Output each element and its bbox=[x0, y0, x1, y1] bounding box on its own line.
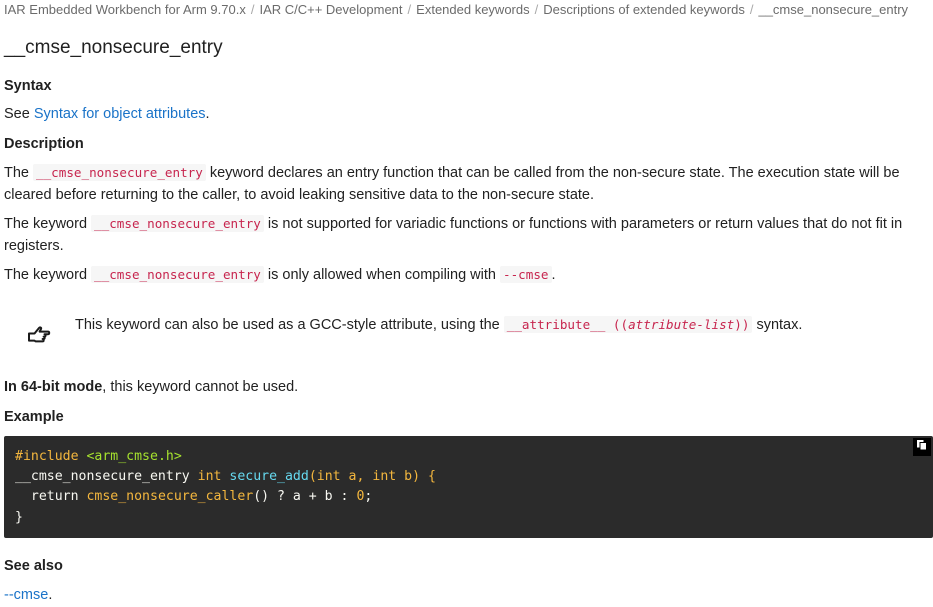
code-close-brace: } bbox=[15, 509, 23, 525]
breadcrumb-separator: / bbox=[749, 2, 754, 17]
inline-code: __cmse_nonsecure_entry bbox=[33, 164, 206, 181]
help-page: IAR Embedded Workbench for Arm 9.70.x / IA… bbox=[0, 0, 933, 603]
breadcrumb-separator: / bbox=[407, 2, 412, 17]
desc3-post: . bbox=[551, 267, 556, 283]
breadcrumb-separator: / bbox=[250, 2, 255, 17]
syntax-link[interactable]: Syntax for object attributes bbox=[34, 106, 206, 122]
code-paren: ( bbox=[308, 469, 317, 485]
note-pre: This keyword can also be used as a GCC-s… bbox=[75, 317, 504, 333]
desc3-pre: The keyword bbox=[4, 267, 92, 283]
breadcrumb-item-development[interactable]: IAR C/C++ Development bbox=[259, 2, 402, 17]
breadcrumb-item-extended-keywords[interactable]: Extended keywords bbox=[416, 2, 529, 17]
code-function-name: secure_add bbox=[229, 469, 309, 485]
copy-button[interactable] bbox=[913, 438, 931, 456]
breadcrumb-item-product[interactable]: IAR Embedded Workbench for Arm 9.70.x bbox=[4, 2, 246, 17]
description-paragraph-1: The __cmse_nonsecure_entry keyword decla… bbox=[4, 162, 919, 206]
code-include-file: <arm_cmse.h> bbox=[86, 449, 182, 464]
code-return: return bbox=[30, 489, 79, 505]
description-paragraph-3: The keyword __cmse_nonsecure_entry is on… bbox=[4, 264, 919, 287]
code-semicolon: ; bbox=[364, 489, 373, 505]
code-type: int bbox=[316, 469, 341, 485]
syntax-heading: Syntax bbox=[4, 78, 52, 94]
description-heading: Description bbox=[4, 136, 84, 152]
mode-rest: , this keyword cannot be used. bbox=[102, 379, 299, 395]
copy-icon bbox=[916, 439, 928, 455]
note-box: This keyword can also be used as a GCC-s… bbox=[0, 314, 933, 354]
page-title: __cmse_nonsecure_entry bbox=[4, 37, 223, 58]
pointing-hand-icon bbox=[26, 322, 52, 346]
desc1-pre: The bbox=[4, 165, 34, 181]
syntax-suffix: . bbox=[205, 106, 210, 122]
code-expression: () ? a + b : bbox=[253, 489, 349, 505]
see-also-heading: See also bbox=[4, 558, 63, 574]
code-param-a: a, bbox=[348, 469, 365, 485]
code-preprocessor: #include bbox=[15, 449, 79, 464]
breadcrumb-separator: / bbox=[534, 2, 539, 17]
breadcrumb: IAR Embedded Workbench for Arm 9.70.x / IA… bbox=[4, 2, 908, 17]
inline-code: __cmse_nonsecure_entry bbox=[91, 266, 264, 283]
desc2-pre: The keyword bbox=[4, 216, 92, 232]
see-also-suffix: . bbox=[48, 587, 53, 603]
note-post: syntax. bbox=[752, 317, 803, 333]
see-also-link-cmse[interactable]: --cmse bbox=[4, 587, 48, 603]
code-block: #include <arm_cmse.h> __cmse_nonsecure_e… bbox=[4, 436, 933, 538]
mode-text: In 64-bit mode, this keyword cannot be u… bbox=[4, 377, 919, 399]
syntax-prefix: See bbox=[4, 106, 34, 122]
inline-code-option: --cmse bbox=[500, 266, 552, 283]
code-keyword: __cmse_nonsecure_entry bbox=[15, 469, 190, 485]
syntax-text: See Syntax for object attributes. bbox=[4, 104, 919, 126]
note-code: __attribute__ ((attribute-list)) bbox=[503, 316, 753, 333]
code-type: int bbox=[372, 469, 397, 485]
code-call: cmse_nonsecure_caller bbox=[86, 489, 254, 505]
example-heading: Example bbox=[4, 409, 64, 425]
see-also-text: --cmse. bbox=[4, 585, 919, 607]
note-text: This keyword can also be used as a GCC-s… bbox=[75, 316, 803, 333]
code-param-b: b) { bbox=[404, 469, 436, 485]
code-content[interactable]: #include <arm_cmse.h> __cmse_nonsecure_e… bbox=[15, 447, 436, 528]
inline-code: __cmse_nonsecure_entry bbox=[91, 215, 264, 232]
note-code-italic: attribute-list bbox=[628, 317, 735, 332]
mode-bold: In 64-bit mode bbox=[4, 379, 103, 395]
desc3-mid: is only allowed when compiling with bbox=[263, 267, 501, 283]
note-code-a: __attribute__ (( bbox=[506, 317, 629, 332]
breadcrumb-item-current: __cmse_nonsecure_entry bbox=[758, 2, 909, 17]
breadcrumb-item-descriptions[interactable]: Descriptions of extended keywords bbox=[543, 2, 745, 17]
code-type: int bbox=[197, 469, 222, 485]
description-paragraph-2: The keyword __cmse_nonsecure_entry is no… bbox=[4, 213, 919, 257]
note-code-b: )) bbox=[734, 317, 750, 332]
